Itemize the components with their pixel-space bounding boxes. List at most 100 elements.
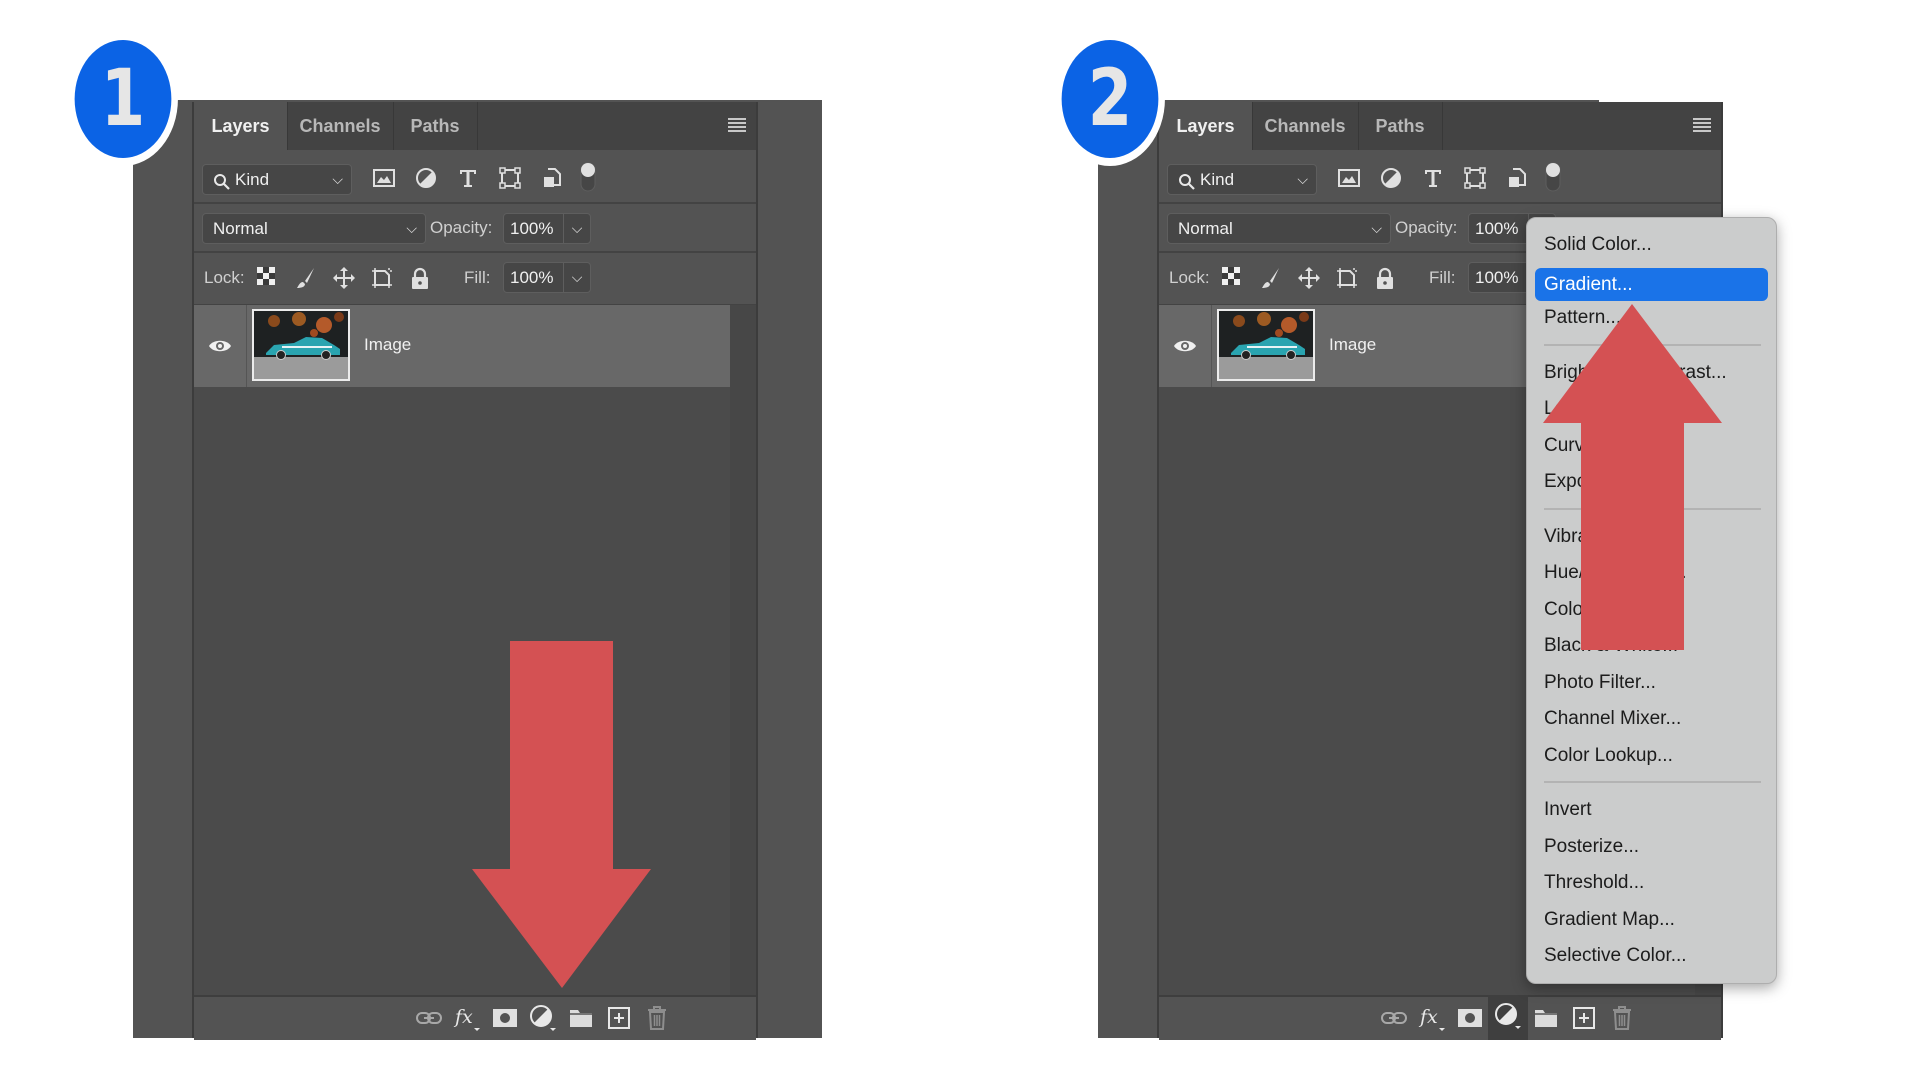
panel-tab-bar: Layers Channels Paths [194, 102, 756, 151]
menu-item-invert[interactable]: Invert [1544, 795, 1592, 825]
tab-paths[interactable]: Paths [1358, 102, 1443, 150]
panel-menu-icon[interactable] [728, 118, 746, 134]
filter-row: Kind ⌵ [1159, 150, 1721, 204]
fill-label: Fill: [1429, 268, 1456, 287]
fill-dropdown-chevron-icon[interactable]: ⌵ [563, 263, 590, 292]
delete-layer-trash-button[interactable] [637, 997, 677, 1039]
tab-channels[interactable]: Channels [1252, 102, 1359, 150]
menu-item-gradient[interactable]: Gradient... [1535, 267, 1768, 301]
lock-label: Lock: [1169, 268, 1210, 287]
shape-filter-icon[interactable] [498, 166, 522, 190]
adjustment-layer-menu: Solid Color... Gradient... Pattern... Brigh… [1526, 217, 1777, 984]
filter-kind-dropdown[interactable]: Kind ⌵ [1167, 164, 1317, 195]
adjustment-filter-icon[interactable] [1379, 166, 1403, 190]
fill-field[interactable]: 100% ⌵ [503, 262, 591, 293]
layers-bottom-toolbar: fx [1159, 995, 1721, 1040]
lock-image-pixels-icon[interactable] [294, 266, 318, 290]
lock-image-pixels-icon[interactable] [1259, 266, 1283, 290]
link-layers-button[interactable] [1374, 997, 1414, 1039]
panel-tab-bar: Layers Channels Paths [1159, 102, 1721, 151]
menu-item-exposure[interactable]: Exposure... [1544, 467, 1640, 497]
tab-layers[interactable]: Layers [194, 102, 288, 151]
menu-item-hue-saturation[interactable]: Hue/Saturation... [1544, 558, 1687, 588]
layer-row[interactable]: Image [194, 305, 730, 387]
add-layer-style-fx-button[interactable]: fx [447, 997, 487, 1039]
new-group-folder-button[interactable] [1526, 997, 1566, 1039]
menu-item-color-balance[interactable]: Color Balance... [1544, 595, 1679, 625]
opacity-label: Opacity: [1395, 218, 1458, 237]
link-layers-button[interactable] [409, 997, 449, 1039]
fill-label: Fill: [464, 268, 491, 287]
new-fill-adjustment-layer-icon [528, 1003, 558, 1038]
add-layer-style-fx-button[interactable]: fx [1412, 997, 1452, 1039]
svg-text:fx: fx [453, 1006, 473, 1028]
filter-toggle-switch[interactable] [580, 162, 596, 192]
new-fill-adjustment-layer-button[interactable] [523, 997, 563, 1039]
add-layer-mask-button[interactable] [1450, 997, 1490, 1039]
menu-item-posterize[interactable]: Posterize... [1544, 832, 1639, 862]
opacity-dropdown-chevron-icon[interactable]: ⌵ [563, 214, 590, 243]
new-group-folder-button[interactable] [561, 997, 601, 1039]
tab-layers[interactable]: Layers [1159, 102, 1253, 151]
type-filter-icon[interactable] [456, 166, 480, 190]
layer-visibility-toggle[interactable] [194, 305, 247, 387]
menu-item-gradient-map[interactable]: Gradient Map... [1544, 905, 1675, 935]
filter-kind-label: Kind [235, 170, 270, 189]
menu-item-vibrance[interactable]: Vibrance... [1544, 522, 1634, 552]
type-filter-icon[interactable] [1421, 166, 1445, 190]
new-layer-icon [1572, 1006, 1596, 1035]
shape-filter-icon[interactable] [1463, 166, 1487, 190]
lock-position-icon[interactable] [1297, 266, 1321, 290]
image-filter-icon[interactable] [1337, 166, 1361, 190]
layers-scrollbar[interactable] [730, 305, 756, 995]
menu-item-selective-color[interactable]: Selective Color... [1544, 941, 1687, 971]
menu-item-color-lookup[interactable]: Color Lookup... [1544, 741, 1673, 771]
menu-item-threshold[interactable]: Threshold... [1544, 868, 1644, 898]
layer-name[interactable]: Image [364, 335, 411, 355]
layers-bottom-toolbar: fx [194, 995, 756, 1040]
lock-all-icon[interactable] [1373, 266, 1397, 290]
menu-item-pattern[interactable]: Pattern... [1544, 303, 1621, 333]
link-layers-icon [1380, 1008, 1408, 1033]
menu-item-black-white[interactable]: Black & White... [1544, 631, 1678, 661]
add-layer-mask-button[interactable] [485, 997, 525, 1039]
filter-kind-dropdown[interactable]: Kind ⌵ [202, 164, 352, 195]
image-filter-icon[interactable] [372, 166, 396, 190]
tab-channels[interactable]: Channels [287, 102, 394, 150]
menu-item-curves[interactable]: Curves... [1544, 431, 1620, 461]
menu-item-brightness-contrast[interactable]: Brightness/Contrast... [1544, 358, 1727, 388]
smart-object-filter-icon[interactable] [540, 166, 564, 190]
new-layer-button[interactable] [1564, 997, 1604, 1039]
blend-mode-dropdown[interactable]: Normal ⌵ [202, 213, 426, 244]
add-layer-mask-icon [1457, 1007, 1483, 1034]
eye-icon [208, 338, 232, 359]
lock-transparent-pixels-icon[interactable] [256, 266, 280, 290]
chevron-down-icon: ⌵ [332, 171, 343, 187]
layer-name[interactable]: Image [1329, 335, 1376, 355]
filter-toggle-switch[interactable] [1545, 162, 1561, 192]
adjustment-filter-icon[interactable] [414, 166, 438, 190]
layer-visibility-toggle[interactable] [1159, 305, 1212, 387]
layer-thumbnail[interactable] [252, 309, 350, 381]
lock-all-icon[interactable] [408, 266, 432, 290]
blend-mode-dropdown[interactable]: Normal ⌵ [1167, 213, 1391, 244]
chevron-down-icon: ⌵ [1297, 171, 1308, 187]
lock-artboard-icon[interactable] [370, 266, 394, 290]
menu-item-levels[interactable]: Levels... [1544, 394, 1615, 424]
menu-item-solid-color[interactable]: Solid Color... [1544, 230, 1652, 260]
lock-transparent-pixels-icon[interactable] [1221, 266, 1245, 290]
lock-artboard-icon[interactable] [1335, 266, 1359, 290]
opacity-field[interactable]: 100% ⌵ [503, 213, 591, 244]
smart-object-filter-icon[interactable] [1505, 166, 1529, 190]
layers-panel: Layers Channels Paths Kind ⌵ Normal ⌵ Opacity: 1… [192, 102, 758, 1040]
menu-item-channel-mixer[interactable]: Channel Mixer... [1544, 704, 1681, 734]
new-fill-adjustment-layer-button[interactable] [1488, 995, 1528, 1040]
lock-position-icon[interactable] [332, 266, 356, 290]
filter-row: Kind ⌵ [194, 150, 756, 204]
new-layer-button[interactable] [599, 997, 639, 1039]
delete-layer-trash-button[interactable] [1602, 997, 1642, 1039]
tab-paths[interactable]: Paths [393, 102, 478, 150]
panel-menu-icon[interactable] [1693, 118, 1711, 134]
layer-thumbnail[interactable] [1217, 309, 1315, 381]
menu-item-photo-filter[interactable]: Photo Filter... [1544, 668, 1656, 698]
